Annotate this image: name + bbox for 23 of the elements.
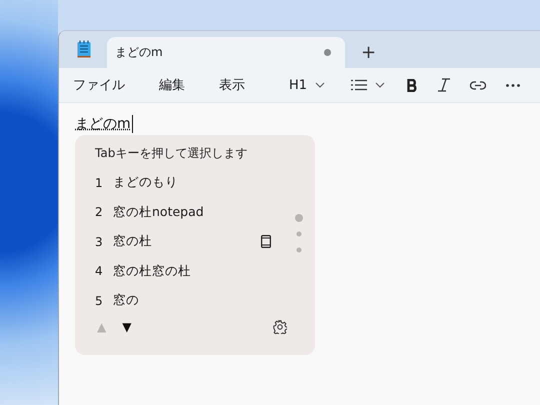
notepad-icon [77,40,91,58]
more-icon[interactable] [506,84,520,86]
settings-icon[interactable] [273,320,287,334]
list-icon [351,79,367,91]
link-icon[interactable] [470,80,486,90]
heading-dropdown[interactable]: H1 [284,74,329,96]
document-tab[interactable]: まどのm [107,37,345,68]
menu-item[interactable]: 表示 [211,72,253,98]
new-tab-button[interactable]: + [357,42,380,63]
bold-icon[interactable] [407,78,418,92]
candidate-item[interactable]: 1 まどのもり [95,168,295,198]
ime-hint: Tabキーを押して選択します [95,145,248,162]
document-text[interactable]: まどのm [75,115,133,133]
chevron-down-icon [375,82,385,88]
candidate-item[interactable]: 2 窓の杜notepad [95,198,295,227]
page-down-button[interactable]: ▼ [120,318,134,336]
candidate-item[interactable]: 3 窓の杜 [95,227,295,256]
menu-item[interactable]: 編集 [151,72,193,98]
candidate-item[interactable]: 4 窓の杜窓の杜 [95,256,295,286]
italic-icon[interactable] [438,78,450,92]
menu-item[interactable]: ファイル [65,72,133,98]
chevron-down-icon [315,82,325,88]
candidate-item[interactable]: 5 窓の [95,286,295,316]
